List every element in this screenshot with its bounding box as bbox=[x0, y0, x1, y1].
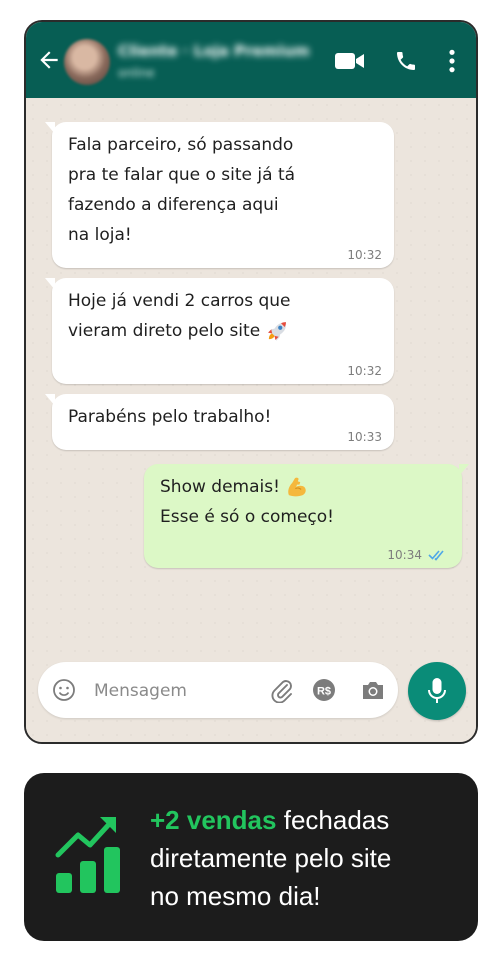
svg-text:R$: R$ bbox=[317, 686, 331, 698]
message-text: Parabéns pelo trabalho! bbox=[68, 407, 272, 427]
flexed-biceps-emoji bbox=[288, 477, 306, 497]
camera-icon[interactable] bbox=[360, 678, 386, 702]
emoji-icon[interactable] bbox=[52, 678, 76, 702]
message-time: 10:32 bbox=[347, 364, 382, 378]
contact-status: online bbox=[118, 66, 155, 80]
avatar[interactable] bbox=[64, 39, 110, 85]
phone-call-icon[interactable] bbox=[394, 48, 418, 74]
banner-line3: no mesmo dia! bbox=[150, 881, 321, 911]
menu-dots-icon[interactable] bbox=[446, 48, 458, 74]
banner-highlight: +2 vendas bbox=[150, 805, 277, 835]
incoming-message[interactable]: Fala parceiro, só passando pra te falar … bbox=[45, 122, 394, 268]
attach-clip-icon[interactable] bbox=[270, 677, 294, 703]
incoming-message[interactable]: Parabéns pelo trabalho! 10:33 bbox=[45, 394, 394, 450]
chat-window: Cliente · Loja Premium online Fala parce… bbox=[24, 20, 478, 744]
payment-icon[interactable]: R$ bbox=[312, 678, 336, 702]
message-composer: R$ bbox=[38, 662, 398, 718]
message-text: Hoje já vendi 2 carros que vieram direto… bbox=[68, 286, 380, 346]
growth-chart-icon bbox=[55, 817, 120, 893]
outgoing-message[interactable]: Show demais! Esse é só o começo! 10:34 bbox=[144, 464, 469, 568]
incoming-message[interactable]: Hoje já vendi 2 carros que vieram direto… bbox=[45, 278, 394, 384]
contact-name[interactable]: Cliente · Loja Premium bbox=[118, 42, 310, 60]
banner-text: +2 vendas fechadas diretamente pelo site… bbox=[150, 801, 460, 915]
message-list: Fala parceiro, só passando pra te falar … bbox=[26, 98, 476, 742]
banner-line2: diretamente pelo site bbox=[150, 843, 392, 873]
microphone-icon bbox=[428, 678, 446, 703]
rocket-emoji bbox=[268, 322, 287, 341]
message-text: Show demais! Esse é só o começo! bbox=[160, 472, 448, 532]
message-time: 10:33 bbox=[347, 430, 382, 444]
microphone-button[interactable] bbox=[408, 662, 466, 720]
message-input[interactable] bbox=[92, 675, 246, 707]
video-call-icon[interactable] bbox=[334, 48, 366, 74]
message-time: 10:32 bbox=[347, 248, 382, 262]
message-text: Fala parceiro, só passando pra te falar … bbox=[68, 135, 296, 245]
read-double-check-icon bbox=[428, 550, 444, 561]
back-arrow-icon[interactable] bbox=[36, 47, 62, 73]
sales-banner: +2 vendas fechadas diretamente pelo site… bbox=[24, 773, 478, 941]
message-time: 10:34 bbox=[387, 548, 422, 562]
chat-header: Cliente · Loja Premium online bbox=[26, 22, 476, 98]
banner-line1-rest: fechadas bbox=[283, 805, 390, 835]
